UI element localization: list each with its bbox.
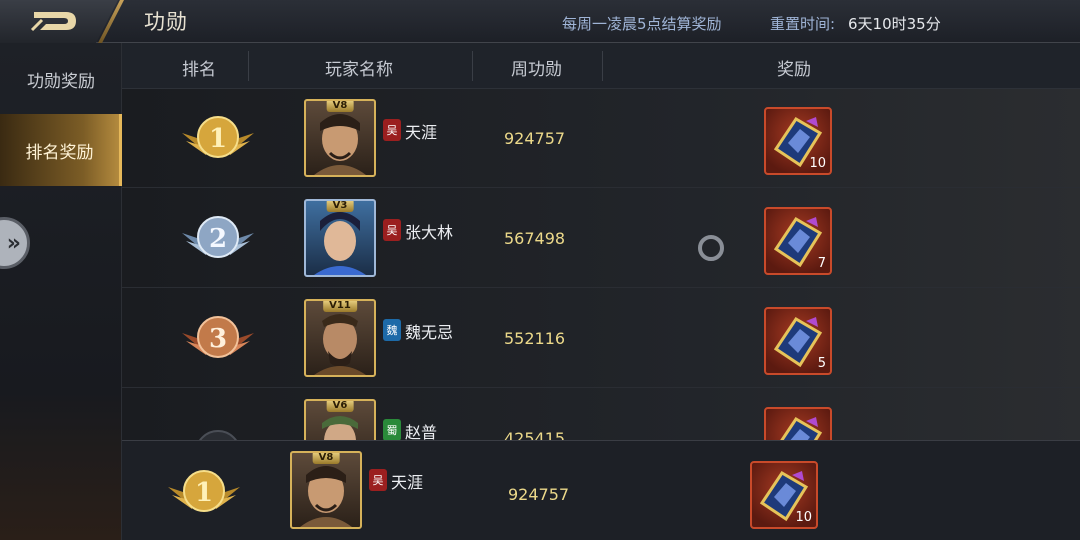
rank-gold-badge-icon: 1 [168, 470, 240, 512]
svg-text:1: 1 [209, 124, 227, 154]
faction-badge: 吴 [383, 219, 401, 241]
expand-arrow-button[interactable]: » [0, 217, 30, 269]
weekly-merit-value: 552116 [504, 329, 566, 348]
table-row: 4 V6 蜀 赵普 425415 [122, 389, 1080, 440]
avatar[interactable]: V8 [304, 99, 376, 177]
svg-text:1: 1 [195, 478, 213, 508]
faction-badge: 魏 [383, 319, 401, 341]
faction-badge: 吴 [369, 469, 387, 491]
avatar[interactable]: V3 [304, 199, 376, 277]
table-row: 2 V3 吴 张大林 567498 7 [122, 189, 1080, 288]
column-header-player: 玩家名称 [325, 60, 393, 80]
player-name: 魏无忌 [405, 323, 454, 342]
rank-silver-badge-icon: 2 [182, 216, 254, 258]
weekly-merit-value: 567498 [504, 229, 566, 248]
general-portrait-icon [314, 314, 366, 375]
weekly-merit-value: 924757 [508, 485, 570, 504]
faction-badge: 吴 [383, 119, 401, 141]
general-portrait-icon [314, 114, 366, 175]
tab-rank-reward[interactable]: 排名奖励 [0, 114, 122, 186]
tab-merit-reward[interactable]: 功勋奖励 [0, 43, 122, 115]
reward-item[interactable]: 7 [764, 207, 832, 275]
player-name: 天涯 [391, 473, 424, 492]
ranking-list[interactable]: 1 V8 吴 天涯 924757 10 2 V3 吴 张大林 567498 7 … [122, 89, 1080, 440]
faction-badge: 蜀 [383, 419, 401, 440]
back-button[interactable] [0, 0, 118, 43]
reset-time-value: 6天10时35分 [848, 15, 941, 33]
loading-spinner-icon [698, 235, 724, 261]
general-portrait-icon [314, 212, 366, 275]
reset-time-label: 重置时间: [770, 15, 836, 33]
vip-badge: V8 [326, 101, 354, 112]
reward-token-icon [780, 416, 823, 440]
double-chevron-right-icon: » [6, 230, 21, 256]
general-portrait-icon [300, 466, 352, 527]
reward-item[interactable] [764, 407, 832, 440]
sidebar: 功勋奖励 排名奖励 » [0, 43, 122, 540]
reward-count: 10 [809, 156, 826, 171]
player-name: 张大林 [405, 223, 454, 242]
vip-badge: V6 [326, 401, 354, 412]
column-divider [248, 51, 249, 81]
reward-count: 7 [817, 256, 826, 271]
avatar[interactable]: V6 [304, 399, 376, 440]
reward-item[interactable]: 5 [764, 307, 832, 375]
rank-gold-badge-icon: 1 [182, 116, 254, 158]
column-header-weekly-merit: 周功勋 [511, 60, 562, 80]
vip-badge: V8 [312, 453, 340, 464]
page-title: 功勋 [144, 10, 188, 34]
back-arrow-icon [30, 12, 76, 32]
player-name: 天涯 [405, 123, 438, 142]
column-header-rank: 排名 [182, 60, 216, 80]
avatar[interactable]: V8 [290, 451, 362, 529]
vip-badge: V3 [326, 201, 354, 212]
reward-item[interactable]: 10 [750, 461, 818, 529]
vip-badge: V11 [323, 301, 357, 312]
reward-count: 5 [817, 356, 826, 371]
reward-count: 10 [795, 510, 812, 525]
avatar[interactable]: V11 [304, 299, 376, 377]
column-divider [602, 51, 603, 81]
player-name: 赵普 [405, 423, 438, 440]
table-row: 3 V11 魏 魏无忌 552116 5 [122, 289, 1080, 388]
svg-text:3: 3 [209, 324, 227, 354]
svg-text:2: 2 [209, 224, 227, 254]
my-rank-row: 1 V8 吴 天涯 924757 10 [122, 440, 1080, 540]
weekly-merit-value: 425415 [504, 429, 566, 440]
top-bar: 功勋 每周一凌晨5点结算奖励 重置时间: 6天10时35分 [0, 0, 1080, 43]
column-divider [472, 51, 473, 81]
reward-item[interactable]: 10 [764, 107, 832, 175]
table-row: 1 V8 吴 天涯 924757 10 [122, 89, 1080, 188]
table-header: 排名 玩家名称 周功勋 奖励 [122, 43, 1080, 89]
settlement-info: 每周一凌晨5点结算奖励 [562, 15, 722, 33]
column-header-reward: 奖励 [777, 60, 811, 80]
rank-number-icon: 4 [199, 430, 237, 440]
rank-bronze-badge-icon: 3 [182, 316, 254, 358]
weekly-merit-value: 924757 [504, 129, 566, 148]
